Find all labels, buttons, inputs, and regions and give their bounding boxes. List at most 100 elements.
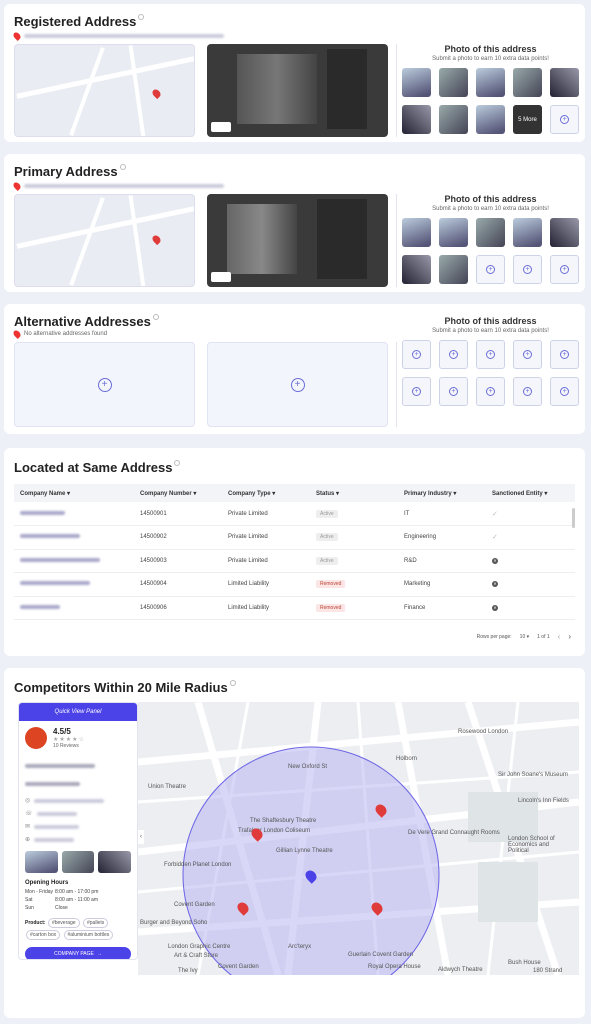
address-photo[interactable] [550, 218, 579, 247]
plus-icon: + [523, 265, 532, 274]
col-status[interactable]: Status ▾ [310, 484, 398, 502]
status-badge: Active [316, 533, 338, 542]
map-pin-icon [150, 87, 163, 100]
table-row[interactable]: 14500901 Private Limited Active IT ✓ [14, 502, 575, 526]
add-photo-button[interactable]: + [402, 340, 431, 369]
rows-per-page-select[interactable]: 10 ▾ [520, 634, 529, 640]
more-photos-button[interactable]: 5 More [513, 105, 542, 134]
product-tag[interactable]: #pallets [82, 918, 109, 928]
add-photo-button[interactable]: + [550, 340, 579, 369]
add-photo-button[interactable]: + [439, 340, 468, 369]
table-scrollbar[interactable] [572, 508, 575, 528]
address-photo[interactable] [439, 68, 468, 97]
pagination: Rows per page: 10 ▾ 1 of 1 ‹ › [476, 632, 571, 641]
address-photo[interactable] [550, 68, 579, 97]
primary-address-title: Primary Address [14, 164, 126, 179]
add-photo-button[interactable]: + [513, 255, 542, 284]
next-page-icon[interactable]: › [568, 632, 571, 641]
col-company-name[interactable]: Company Name ▾ [14, 484, 134, 502]
col-sanctioned-entity[interactable]: Sanctioned Entity ▾ [486, 484, 575, 502]
photo-section-subtitle: Submit a photo to earn 10 extra data poi… [432, 328, 549, 334]
address-photo[interactable] [513, 218, 542, 247]
photo-section-title: Photo of this address [444, 316, 537, 326]
add-photo-button[interactable]: + [550, 105, 579, 134]
plus-icon: + [449, 387, 458, 396]
address-photo[interactable] [402, 255, 431, 284]
product-tag[interactable]: #beverage [47, 918, 80, 928]
plus-icon: + [560, 350, 569, 359]
add-photo-button[interactable]: + [550, 377, 579, 406]
competitors-card: Competitors Within 20 Mile Radius Rosewo… [4, 668, 585, 1018]
company-logo [25, 727, 47, 749]
plus-icon: + [523, 387, 532, 396]
address-photo[interactable] [476, 218, 505, 247]
prev-page-icon[interactable]: ‹ [558, 632, 561, 641]
address-photo[interactable] [402, 105, 431, 134]
info-icon[interactable] [138, 14, 145, 20]
company-page-button[interactable]: COMPANY PAGE → [25, 947, 131, 959]
col-company-type[interactable]: Company Type ▾ [222, 484, 310, 502]
table-header-row: Company Name ▾ Company Number ▾ Company … [14, 484, 575, 502]
info-icon[interactable] [174, 460, 181, 466]
phone-icon: ☏ [25, 811, 33, 817]
add-photo-button[interactable]: + [476, 377, 505, 406]
plus-icon: + [486, 350, 495, 359]
add-photo-button[interactable]: + [476, 340, 505, 369]
registered-photos: Photo of this address Submit a photo to … [400, 44, 581, 134]
address-line [12, 31, 224, 41]
address-photo[interactable] [513, 68, 542, 97]
address-line [12, 181, 224, 191]
table-row[interactable]: 14500902 Private Limited Active Engineer… [14, 525, 575, 550]
email-icon: ✉ [25, 824, 31, 830]
address-photo[interactable] [439, 105, 468, 134]
competitors-map[interactable]: Rosewood London Holborn Sir John Soane's… [138, 702, 579, 975]
map-collapse-icon[interactable]: ‹ [138, 830, 144, 844]
info-icon[interactable] [229, 680, 236, 686]
add-photo-button[interactable]: + [513, 377, 542, 406]
product-tag[interactable]: #aluminium bottles [63, 930, 114, 940]
location-icon: ◎ [25, 798, 31, 804]
address-photo[interactable] [476, 68, 505, 97]
col-primary-industry[interactable]: Primary Industry ▾ [398, 484, 486, 502]
table-row[interactable]: 14500906 Limited Liability Removed Finan… [14, 596, 575, 620]
plus-icon: + [97, 377, 112, 392]
x-icon: ✕ [492, 604, 498, 611]
add-photo-button[interactable]: + [476, 255, 505, 284]
company-photo[interactable] [98, 851, 132, 873]
add-alternative-street-view[interactable]: + [207, 342, 388, 427]
address-photo[interactable] [476, 105, 505, 134]
company-photo[interactable] [25, 851, 58, 873]
competitors-title: Competitors Within 20 Mile Radius [14, 680, 236, 695]
rating-value: 4.5/5 [53, 727, 71, 736]
info-icon[interactable] [152, 314, 159, 320]
plus-icon: + [560, 387, 569, 396]
registered-street-view[interactable] [207, 44, 388, 137]
address-photo[interactable] [439, 218, 468, 247]
primary-map[interactable] [14, 194, 195, 287]
add-photo-button[interactable]: + [550, 255, 579, 284]
add-photo-button[interactable]: + [513, 340, 542, 369]
add-photo-button[interactable]: + [402, 377, 431, 406]
add-alternative-map[interactable]: + [14, 342, 195, 427]
registered-map[interactable] [14, 44, 195, 137]
company-photo[interactable] [61, 851, 95, 873]
table-row[interactable]: 14500903 Private Limited Active R&D ✕ [14, 549, 575, 573]
primary-street-view[interactable] [207, 194, 388, 287]
info-icon[interactable] [119, 164, 126, 170]
plus-icon: + [560, 115, 569, 124]
location-pin-icon [12, 31, 22, 41]
table-row[interactable]: 14500904 Limited Liability Removed Marke… [14, 572, 575, 597]
photo-section-title: Photo of this address [444, 44, 537, 54]
alternative-addresses-card: Alternative Addresses No alternative add… [4, 304, 585, 434]
address-photo[interactable] [402, 68, 431, 97]
quick-view-panel: Quick View Panel 4.5/5 ★★★★☆ 10 Reviews … [18, 702, 138, 960]
status-badge: Active [316, 509, 338, 518]
add-photo-button[interactable]: + [439, 377, 468, 406]
registered-address-title: Registered Address [14, 14, 145, 29]
same-address-title: Located at Same Address [14, 460, 181, 475]
address-photo[interactable] [402, 218, 431, 247]
registered-address-card: Registered Address Photo of this address… [4, 4, 585, 142]
col-company-number[interactable]: Company Number ▾ [134, 484, 222, 502]
product-tag[interactable]: #carton box [26, 930, 61, 940]
address-photo[interactable] [439, 255, 468, 284]
